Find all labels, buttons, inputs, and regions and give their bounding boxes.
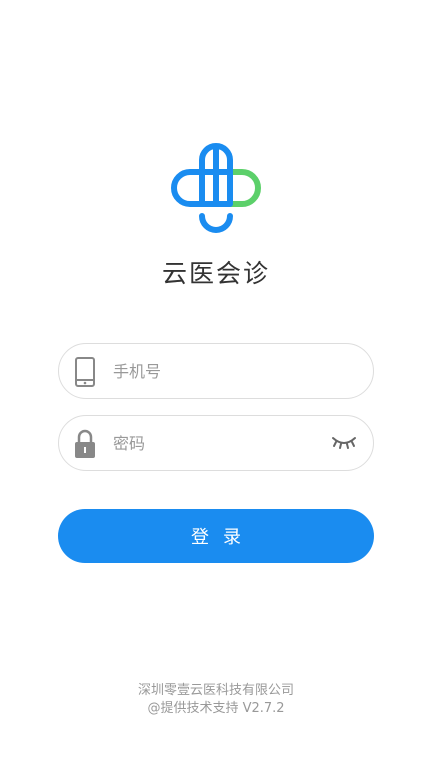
phone-icon [75,357,95,387]
phone-field[interactable] [58,343,374,399]
app-logo-icon [171,143,261,233]
company-name: 深圳零壹云医科技有限公司 [137,683,294,698]
eye-closed-icon[interactable] [331,434,357,452]
login-button[interactable]: 登录 [58,509,374,563]
login-screen: 云医会诊 登录 深圳零壹云医科技有限公司 @提供技术支持 V2.7.2 [0,0,432,768]
password-input[interactable] [113,416,333,470]
footer: 深圳零壹云医科技有限公司 @提供技术支持 V2.7.2 [0,682,432,718]
support-version: @提供技术支持 V2.7.2 [147,701,285,716]
password-field[interactable] [58,415,374,471]
phone-input[interactable] [113,344,333,398]
lock-icon [75,429,95,458]
app-title: 云医会诊 [161,259,270,288]
